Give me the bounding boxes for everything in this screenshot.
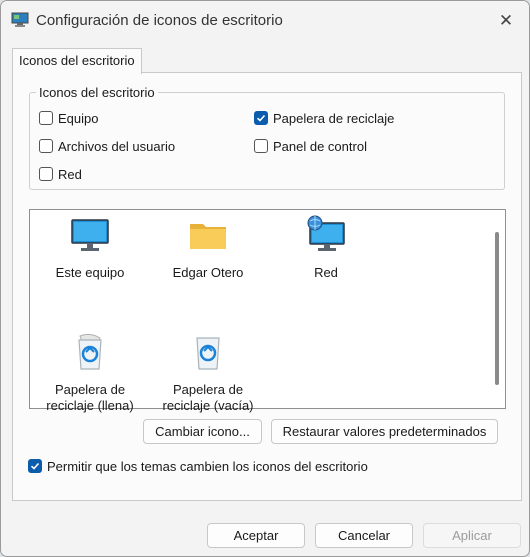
scrollbar-thumb[interactable] bbox=[495, 232, 499, 385]
icon-label: Papelera de reciclaje (vacía) bbox=[162, 382, 254, 413]
icon-label: Papelera de reciclaje (llena) bbox=[46, 382, 134, 413]
title-bar[interactable]: Configuración de iconos de escritorio ✕ bbox=[1, 1, 529, 41]
checkmark-icon bbox=[30, 462, 40, 470]
accept-button[interactable]: Aceptar bbox=[207, 523, 305, 548]
checkbox-box-checked[interactable] bbox=[254, 111, 268, 125]
checkbox-archivos-usuario[interactable]: Archivos del usuario bbox=[39, 137, 175, 155]
checkbox-box[interactable] bbox=[39, 111, 53, 125]
checkbox-label: Red bbox=[58, 166, 82, 182]
checkbox-box[interactable] bbox=[39, 139, 53, 153]
tab-desktop-icons[interactable]: Iconos del escritorio bbox=[12, 48, 142, 74]
checkbox-label: Equipo bbox=[58, 110, 99, 126]
checkbox-label: Archivos del usuario bbox=[58, 138, 176, 154]
cancel-button[interactable]: Cancelar bbox=[315, 523, 413, 548]
dialog-window: Configuración de iconos de escritorio ✕ … bbox=[0, 0, 530, 557]
list-item-este-equipo[interactable]: Este equipo bbox=[31, 215, 149, 281]
restore-defaults-button[interactable]: Restaurar valores predeterminados bbox=[271, 419, 498, 444]
checkmark-icon bbox=[256, 114, 266, 122]
desktop-icons-group: Iconos del escritorio Equipo Papelera de… bbox=[29, 85, 505, 190]
desktop-settings-icon bbox=[11, 12, 29, 27]
vertical-scrollbar[interactable] bbox=[489, 210, 505, 408]
group-legend: Iconos del escritorio bbox=[36, 85, 158, 100]
checkbox-label: Panel de control bbox=[273, 138, 367, 154]
list-item-red[interactable]: Red bbox=[267, 215, 385, 281]
folder-icon bbox=[190, 224, 226, 249]
checkbox-box-checked[interactable] bbox=[28, 459, 42, 473]
close-icon: ✕ bbox=[498, 11, 514, 30]
monitor-icon bbox=[71, 219, 109, 251]
tab-panel: Iconos del escritorio Equipo Papelera de… bbox=[12, 72, 522, 501]
recycle-bin-full-icon bbox=[78, 333, 102, 370]
desktop-icon-list[interactable]: Este equipo Edgar Otero Red Papelera de … bbox=[29, 209, 506, 413]
change-icon-button[interactable]: Cambiar icono... bbox=[143, 419, 262, 444]
apply-button[interactable]: Aplicar bbox=[423, 523, 521, 548]
close-button[interactable]: ✕ bbox=[483, 1, 529, 41]
checkbox-box[interactable] bbox=[254, 139, 268, 153]
checkbox-label: Permitir que los temas cambien los icono… bbox=[47, 458, 368, 474]
window-title: Configuración de iconos de escritorio bbox=[36, 12, 283, 29]
list-item-papelera-llena[interactable]: Papelera de reciclaje (llena) bbox=[31, 332, 149, 414]
icon-label: Este equipo bbox=[55, 265, 125, 280]
checkbox-box[interactable] bbox=[39, 167, 53, 181]
checkbox-label: Papelera de reciclaje bbox=[273, 110, 395, 126]
recycle-bin-empty-icon bbox=[196, 337, 220, 370]
icon-label: Edgar Otero bbox=[172, 265, 244, 280]
checkbox-papelera[interactable]: Papelera de reciclaje bbox=[254, 109, 394, 127]
list-item-edgar-otero[interactable]: Edgar Otero bbox=[149, 215, 267, 281]
list-item-papelera-vacia[interactable]: Papelera de reciclaje (vacía) bbox=[149, 332, 267, 414]
checkbox-red[interactable]: Red bbox=[39, 165, 82, 183]
icon-label: Red bbox=[314, 265, 338, 280]
network-icon bbox=[307, 215, 345, 251]
checkbox-allow-themes[interactable]: Permitir que los temas cambien los icono… bbox=[28, 457, 368, 475]
checkbox-equipo[interactable]: Equipo bbox=[39, 109, 98, 127]
checkbox-panel-control[interactable]: Panel de control bbox=[254, 137, 367, 155]
